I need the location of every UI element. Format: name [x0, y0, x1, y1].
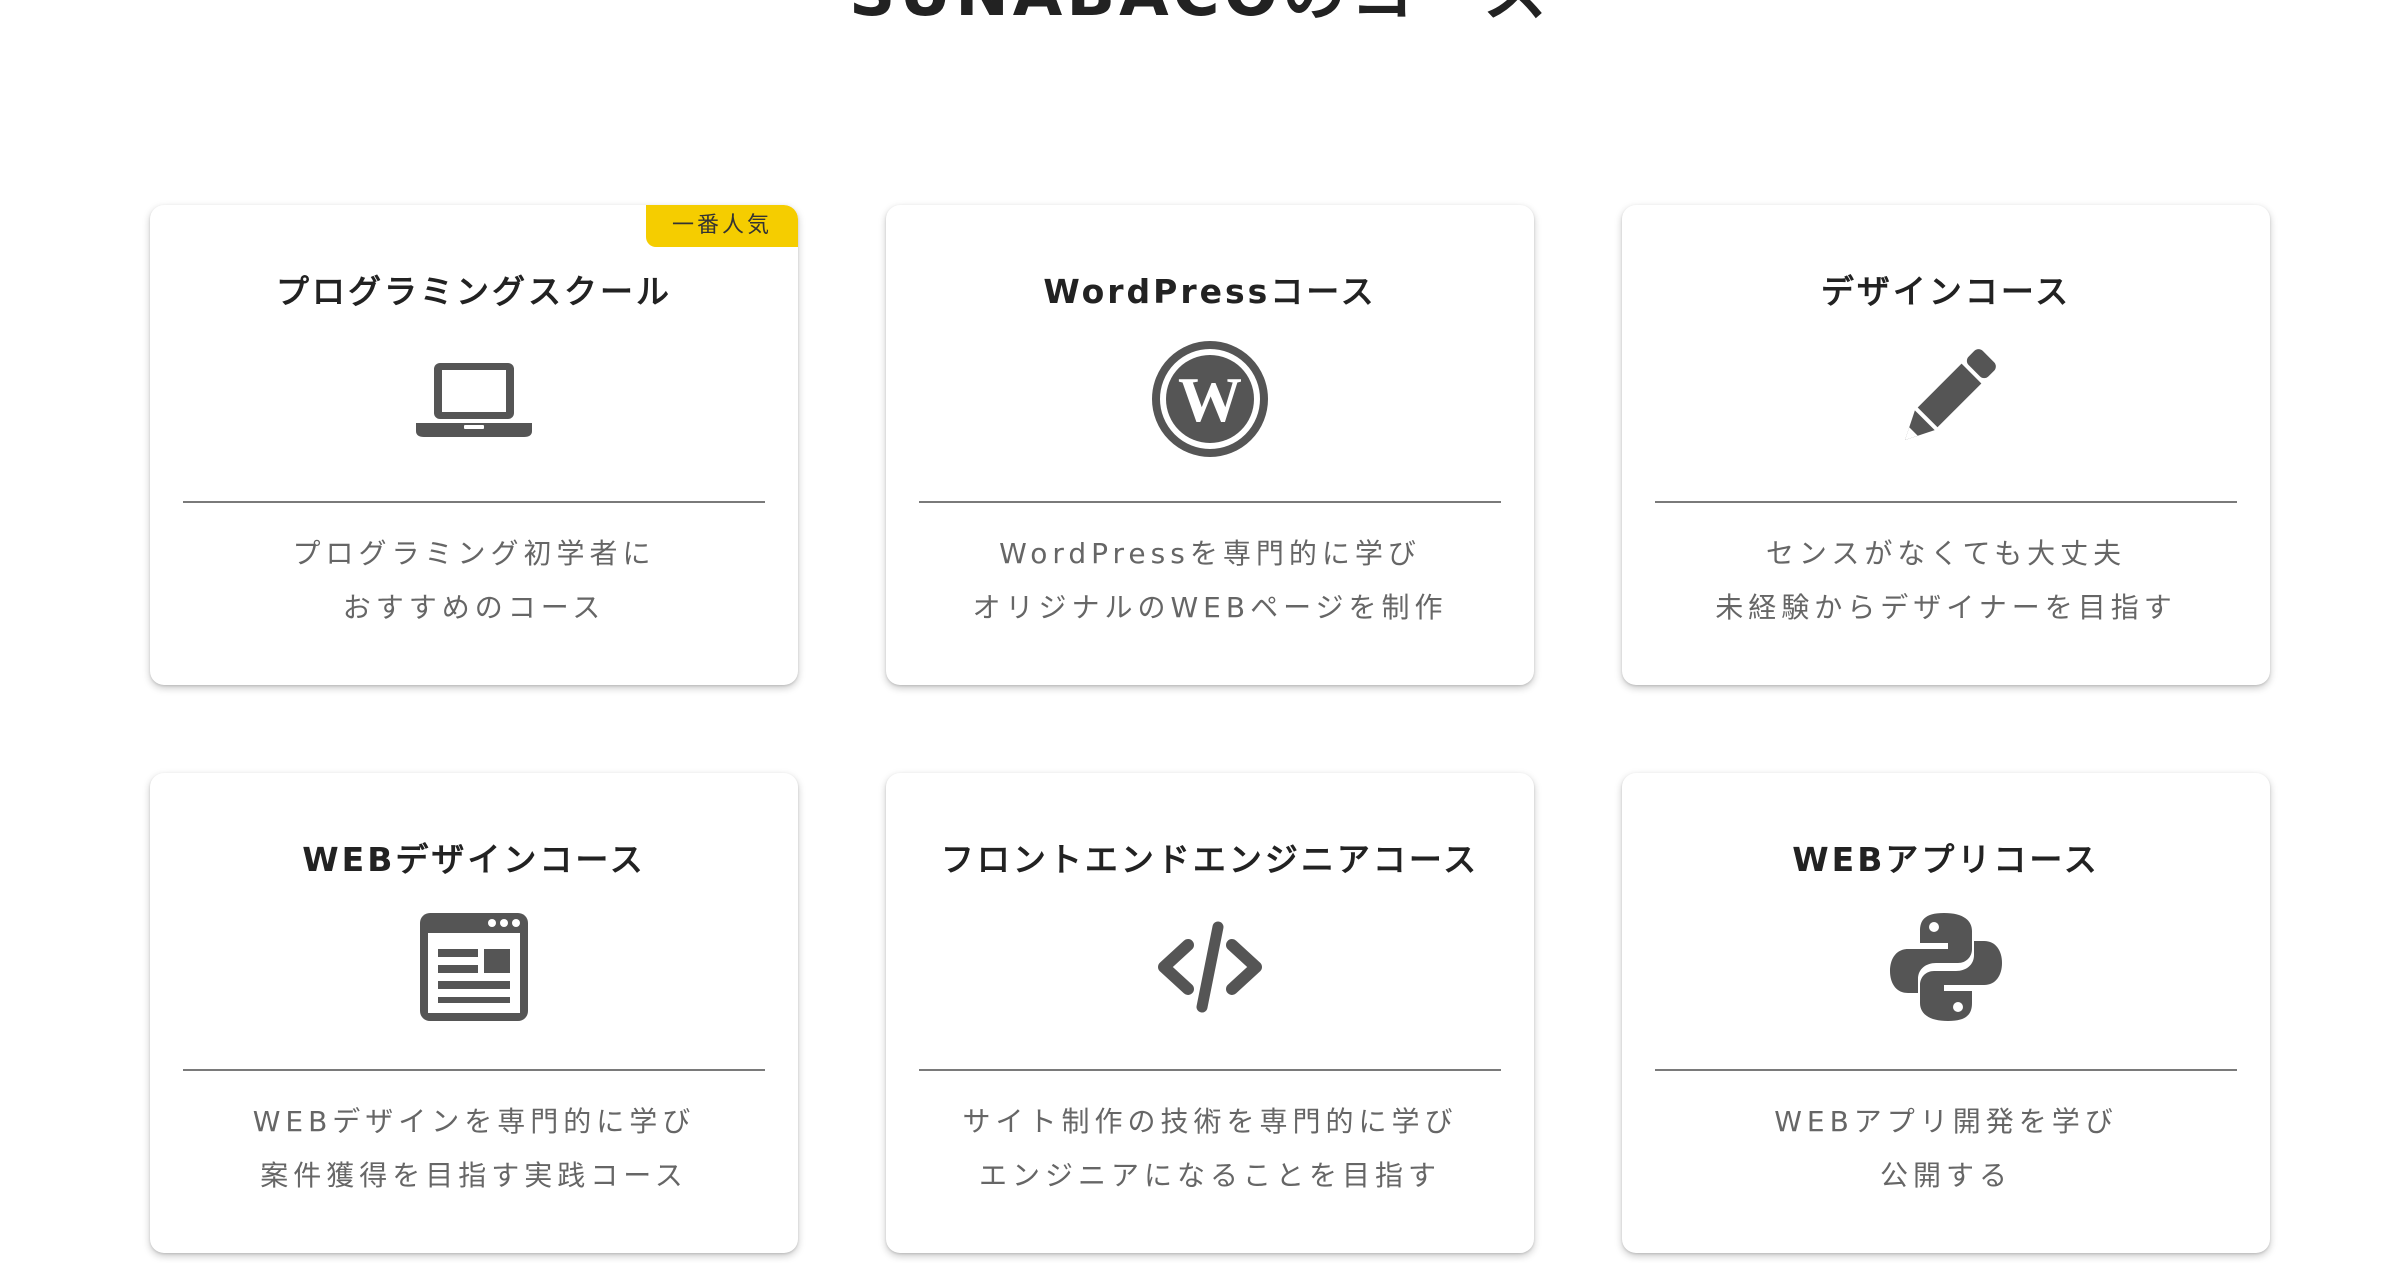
description-line: WEBアプリ開発を学び — [1774, 1105, 2118, 1138]
course-description: WEBアプリ開発を学び 公開する — [1622, 1095, 2270, 1203]
course-description: WEBデザインを専門的に学び 案件獲得を目指す実践コース — [150, 1095, 798, 1203]
svg-text:W: W — [1178, 364, 1242, 435]
course-title: プログラミングスクール — [276, 272, 672, 311]
description-line: プログラミング初学者に — [292, 537, 656, 570]
course-title: デザインコース — [1820, 272, 2072, 311]
card-divider — [1655, 501, 2237, 503]
card-divider — [183, 501, 765, 503]
course-card-wordpress[interactable]: WordPressコース W WordPressを専門的に学び オリジナルのWE… — [886, 205, 1534, 685]
course-title: フロントエンドエンジニアコース — [940, 840, 1480, 879]
course-card-frontend[interactable]: フロントエンドエンジニアコース サイト制作の技術を専門的に学び エンジニアになる… — [886, 773, 1534, 1253]
description-line: WEBデザインを専門的に学び — [252, 1105, 696, 1138]
laptop-icon — [412, 337, 536, 461]
course-description: WordPressを専門的に学び オリジナルのWEBページを制作 — [886, 527, 1534, 635]
description-line: 公開する — [1879, 1159, 2012, 1192]
section-title: SUNABACOのコース — [0, 0, 2400, 33]
course-card-programming[interactable]: 一番人気 プログラミングスクール プログラミング初学者に おすすめのコース — [150, 205, 798, 685]
course-card-web-design[interactable]: WEBデザインコース WEBデザインを専門的に学び 案件獲得を目指す実践コース — [150, 773, 798, 1253]
python-icon — [1884, 905, 2008, 1029]
course-description: プログラミング初学者に おすすめのコース — [150, 527, 798, 635]
webpage-icon — [412, 905, 536, 1029]
course-card-web-app[interactable]: WEBアプリコース WEBアプリ開発を学び 公開する — [1622, 773, 2270, 1253]
wordpress-icon: W — [1148, 337, 1272, 461]
course-title: WEBアプリコース — [1792, 840, 2100, 879]
course-card-design[interactable]: デザインコース センスがなくても大丈夫 未経験からデザイナーを目指す — [1622, 205, 2270, 685]
card-divider — [1655, 1069, 2237, 1071]
description-line: 未経験からデザイナーを目指す — [1715, 591, 2177, 624]
card-divider — [919, 501, 1501, 503]
course-description: サイト制作の技術を専門的に学び エンジニアになることを目指す — [886, 1095, 1534, 1203]
description-line: 案件獲得を目指す実践コース — [260, 1159, 688, 1192]
course-description: センスがなくても大丈夫 未経験からデザイナーを目指す — [1622, 527, 2270, 635]
description-line: センスがなくても大丈夫 — [1765, 537, 2127, 570]
description-line: サイト制作の技術を専門的に学び — [962, 1105, 1458, 1138]
description-line: WordPressを専門的に学び — [999, 537, 1421, 570]
description-line: おすすめのコース — [342, 591, 606, 624]
code-icon — [1148, 905, 1272, 1029]
course-title: WEBデザインコース — [302, 840, 646, 879]
course-grid: 一番人気 プログラミングスクール プログラミング初学者に おすすめのコース Wo… — [150, 205, 2270, 1253]
course-title: WordPressコース — [1043, 272, 1377, 311]
card-divider — [183, 1069, 765, 1071]
description-line: オリジナルのWEBページを制作 — [972, 591, 1448, 624]
pencil-icon — [1884, 337, 2008, 461]
popular-badge: 一番人気 — [646, 205, 798, 247]
card-divider — [919, 1069, 1501, 1071]
description-line: エンジニアになることを目指す — [978, 1159, 1441, 1192]
